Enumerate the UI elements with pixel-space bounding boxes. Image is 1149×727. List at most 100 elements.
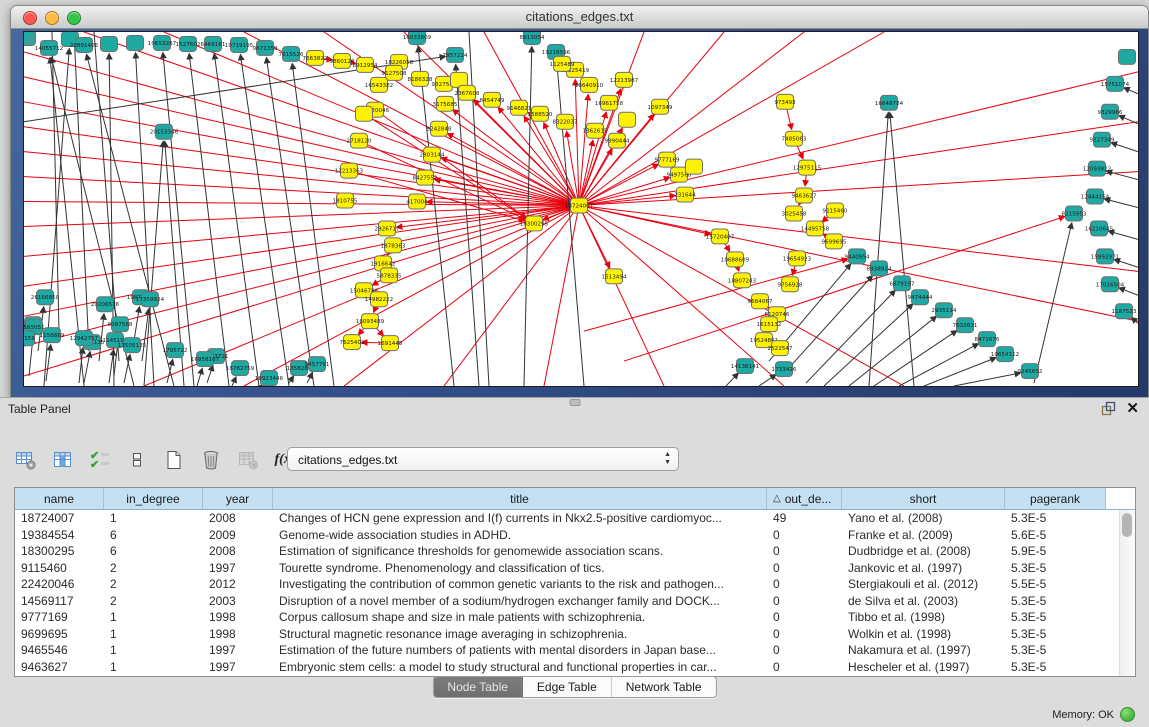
cell[interactable]: de Silva et al. (2003) [842,594,1005,608]
delete-column-icon[interactable]: ✕ [236,448,260,472]
minimize-window-button[interactable] [45,11,59,25]
cell[interactable]: Tibbo et al. (1998) [842,610,1005,624]
cell[interactable]: 6 [104,544,203,558]
cell[interactable]: 49 [767,511,842,525]
cell[interactable]: 1 [104,643,203,657]
close-panel-icon[interactable]: ✕ [1126,401,1139,416]
cell[interactable]: 2008 [203,544,273,558]
cell[interactable]: Disruption of a novel member of a sodium… [273,594,767,608]
table-row[interactable]: 969969511998Structural magnetic resonanc… [15,626,1135,643]
cell[interactable]: Nakamura et al. (1997) [842,643,1005,657]
table-row[interactable]: 1938455462009Genome-wide association stu… [15,527,1135,544]
column-header-in_degree[interactable]: in_degree [104,488,203,509]
cell[interactable]: 1997 [203,561,273,575]
cell[interactable]: Genome-wide association studies in ADHD. [273,528,767,542]
cell[interactable]: 0 [767,643,842,657]
cell[interactable]: 1998 [203,610,273,624]
cell[interactable]: Stergiakouli et al. (2012) [842,577,1005,591]
table-row[interactable]: 2242004622012Investigating the contribut… [15,576,1135,593]
table-settings-icon[interactable] [14,448,38,472]
cell[interactable]: 5.3E-5 [1005,610,1106,624]
cell[interactable]: 0 [767,561,842,575]
cell[interactable]: Hescheler et al. (1997) [842,660,1005,674]
table-row[interactable]: 1830029562008Estimation of significance … [15,543,1135,560]
cell[interactable]: 2 [104,577,203,591]
cell[interactable]: 1997 [203,660,273,674]
table-row[interactable]: 1872400712008Changes of HCN gene express… [15,510,1135,527]
cell[interactable]: Franke et al. (2009) [842,528,1005,542]
tab-network-table[interactable]: Network Table [612,677,716,697]
column-header-out_de[interactable]: △out_de... [767,488,842,509]
cell[interactable]: Structural magnetic resonance image aver… [273,627,767,641]
cell[interactable]: Yano et al. (2008) [842,511,1005,525]
cell[interactable]: 0 [767,577,842,591]
cell[interactable]: 22420046 [15,577,104,591]
cell[interactable]: 1 [104,610,203,624]
cell[interactable]: 9699695 [15,627,104,641]
cell[interactable]: 5.3E-5 [1005,660,1106,674]
table-row[interactable]: 1456911722003Disruption of a novel membe… [15,593,1135,610]
cell[interactable]: 0 [767,544,842,558]
table-row[interactable]: 946362711997Embryonic stem cells: a mode… [15,659,1135,676]
cell[interactable]: 5.3E-5 [1005,561,1106,575]
cell[interactable]: 1997 [203,643,273,657]
cell[interactable]: 18300295 [15,544,104,558]
cell[interactable]: 5.6E-5 [1005,528,1106,542]
new-table-icon[interactable] [162,448,186,472]
column-header-year[interactable]: year [203,488,273,509]
column-display-icon[interactable] [51,448,75,472]
cell[interactable]: 2012 [203,577,273,591]
cell[interactable]: 5.5E-5 [1005,577,1106,591]
tab-edge-table[interactable]: Edge Table [523,677,612,697]
vertical-scrollbar[interactable] [1119,510,1135,676]
zoom-window-button[interactable] [67,11,81,25]
cell[interactable]: 0 [767,627,842,641]
cell[interactable]: 19384554 [15,528,104,542]
cell[interactable]: 1 [104,511,203,525]
float-panel-icon[interactable] [1101,401,1116,416]
network-canvas[interactable]: 1405571220891406106532871527602646616110… [23,31,1139,387]
cell[interactable]: 5.3E-5 [1005,594,1106,608]
cell[interactable]: Dudbridge et al. (2008) [842,544,1005,558]
scrollbar-thumb[interactable] [1122,513,1132,537]
cell[interactable]: 18724007 [15,511,104,525]
cell[interactable]: Estimation of significance thresholds fo… [273,544,767,558]
cell[interactable]: 14569117 [15,594,104,608]
resize-grip-icon[interactable] [23,31,1137,385]
cell[interactable]: 0 [767,610,842,624]
table-rows-icon[interactable] [125,448,149,472]
network-window-titlebar[interactable]: citations_edges.txt [11,6,1148,29]
cell[interactable]: Tourette syndrome. Phenomenology and cla… [273,561,767,575]
cell[interactable]: Wolkin et al. (1998) [842,627,1005,641]
cell[interactable]: 1 [104,627,203,641]
cell[interactable]: 5.3E-5 [1005,643,1106,657]
cell[interactable]: 9115460 [15,561,104,575]
cell[interactable]: 2008 [203,511,273,525]
column-header-pagerank[interactable]: pagerank [1005,488,1106,509]
cell[interactable]: 6 [104,528,203,542]
close-window-button[interactable] [23,11,37,25]
cell[interactable]: 0 [767,660,842,674]
cell[interactable]: 5.3E-5 [1005,511,1106,525]
table-selector-dropdown[interactable]: citations_edges.txt ▲▼ [287,447,679,471]
cell[interactable]: Investigating the contribution of common… [273,577,767,591]
cell[interactable]: 9463627 [15,660,104,674]
cell[interactable]: 2009 [203,528,273,542]
table-row[interactable]: 977716911998Corpus callosum shape and si… [15,609,1135,626]
column-header-name[interactable]: name [15,488,104,509]
cell[interactable]: 0 [767,528,842,542]
column-header-short[interactable]: short [842,488,1005,509]
delete-table-icon[interactable] [199,448,223,472]
table-row[interactable]: 911546021997Tourette syndrome. Phenomeno… [15,560,1135,577]
cell[interactable]: 1 [104,660,203,674]
column-header-title[interactable]: title [273,488,767,509]
cell[interactable]: Jankovic et al. (1997) [842,561,1005,575]
cell[interactable]: 9465546 [15,643,104,657]
cell[interactable]: 2 [104,561,203,575]
cell[interactable]: 1998 [203,627,273,641]
cell[interactable]: Embryonic stem cells: a model to study s… [273,660,767,674]
cell[interactable]: 2 [104,594,203,608]
cell[interactable]: Estimation of the future numbers of pati… [273,643,767,657]
table-row[interactable]: 946554611997Estimation of the future num… [15,642,1135,659]
cell[interactable]: 0 [767,594,842,608]
